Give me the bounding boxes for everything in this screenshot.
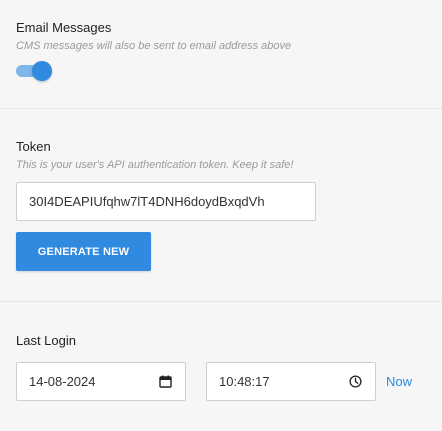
calendar-icon[interactable] (157, 374, 173, 390)
last-login-label: Last Login (16, 333, 76, 348)
toggle-knob (32, 61, 52, 81)
token-label: Token (16, 139, 51, 154)
generate-new-button[interactable]: GENERATE NEW (16, 232, 151, 271)
last-login-time-input[interactable]: 10:48:17 (206, 362, 376, 401)
section-divider (0, 301, 442, 302)
token-value: 30I4DEAPIUfqhw7lT4DNH6doydBxqdVh (29, 194, 265, 209)
now-link[interactable]: Now (386, 374, 412, 389)
time-value: 10:48:17 (219, 374, 270, 389)
email-messages-toggle[interactable] (16, 61, 52, 81)
clock-icon[interactable] (347, 374, 363, 390)
email-messages-label: Email Messages (16, 20, 112, 35)
section-divider (0, 108, 442, 109)
email-messages-hint: CMS messages will also be sent to email … (16, 40, 292, 52)
token-hint: This is your user's API authentication t… (16, 159, 294, 171)
token-field[interactable]: 30I4DEAPIUfqhw7lT4DNH6doydBxqdVh (16, 182, 316, 221)
date-value: 14-08-2024 (29, 374, 96, 389)
last-login-date-input[interactable]: 14-08-2024 (16, 362, 186, 401)
